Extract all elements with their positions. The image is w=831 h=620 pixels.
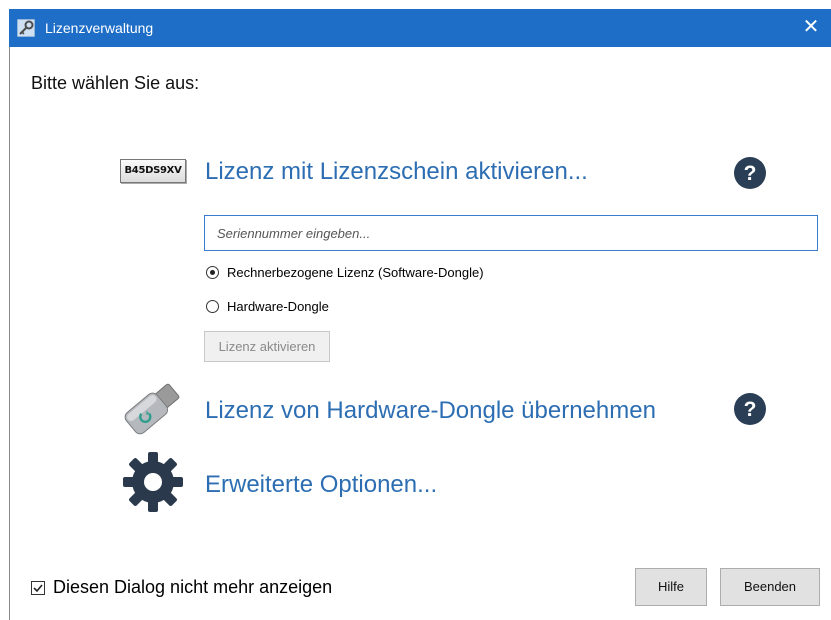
- serial-number-input[interactable]: [204, 215, 818, 251]
- checkbox-checked[interactable]: [31, 580, 45, 595]
- gear-icon: [123, 452, 183, 512]
- radio-button-checked[interactable]: [206, 266, 219, 279]
- window-border: [9, 47, 10, 620]
- instruction-text: Bitte wählen Sie aus:: [31, 73, 200, 93]
- radio-hardware-dongle-label: Hardware-Dongle: [227, 299, 329, 314]
- window-title: Lizenzverwaltung: [45, 20, 154, 36]
- window-frame-edge: [0, 0, 9, 620]
- help-icon[interactable]: ?: [733, 392, 767, 426]
- radio-button-unchecked[interactable]: [206, 300, 219, 313]
- svg-text:?: ?: [744, 398, 757, 421]
- activate-license-button[interactable]: Lizenz aktivieren: [204, 331, 330, 362]
- dont-show-again-checkbox[interactable]: Diesen Dialog nicht mehr anzeigen: [31, 577, 332, 598]
- exit-button[interactable]: Beenden: [720, 568, 820, 606]
- dont-show-again-label: Diesen Dialog nicht mehr anzeigen: [53, 577, 333, 597]
- help-icon[interactable]: ?: [733, 156, 767, 190]
- checkmark-icon: [33, 583, 43, 592]
- transfer-from-dongle-link[interactable]: Lizenz von Hardware-Dongle übernehmen: [205, 397, 656, 425]
- radio-software-dongle[interactable]: Rechnerbezogene Lizenz (Software-Dongle): [206, 265, 484, 280]
- advanced-options-link[interactable]: Erweiterte Optionen...: [205, 471, 437, 499]
- serial-number-icon: B45DS9XV: [120, 159, 186, 183]
- radio-hardware-dongle[interactable]: Hardware-Dongle: [206, 299, 329, 314]
- usb-dongle-icon: [124, 383, 180, 435]
- radio-software-dongle-label: Rechnerbezogene Lizenz (Software-Dongle): [227, 265, 484, 280]
- svg-text:?: ?: [744, 162, 757, 185]
- activate-with-certificate-link[interactable]: Lizenz mit Lizenzschein aktivieren...: [205, 158, 588, 186]
- title-bar: Lizenzverwaltung ✕: [9, 9, 831, 47]
- close-icon[interactable]: ✕: [791, 9, 831, 47]
- key-icon: [17, 19, 35, 37]
- help-button[interactable]: Hilfe: [635, 568, 707, 606]
